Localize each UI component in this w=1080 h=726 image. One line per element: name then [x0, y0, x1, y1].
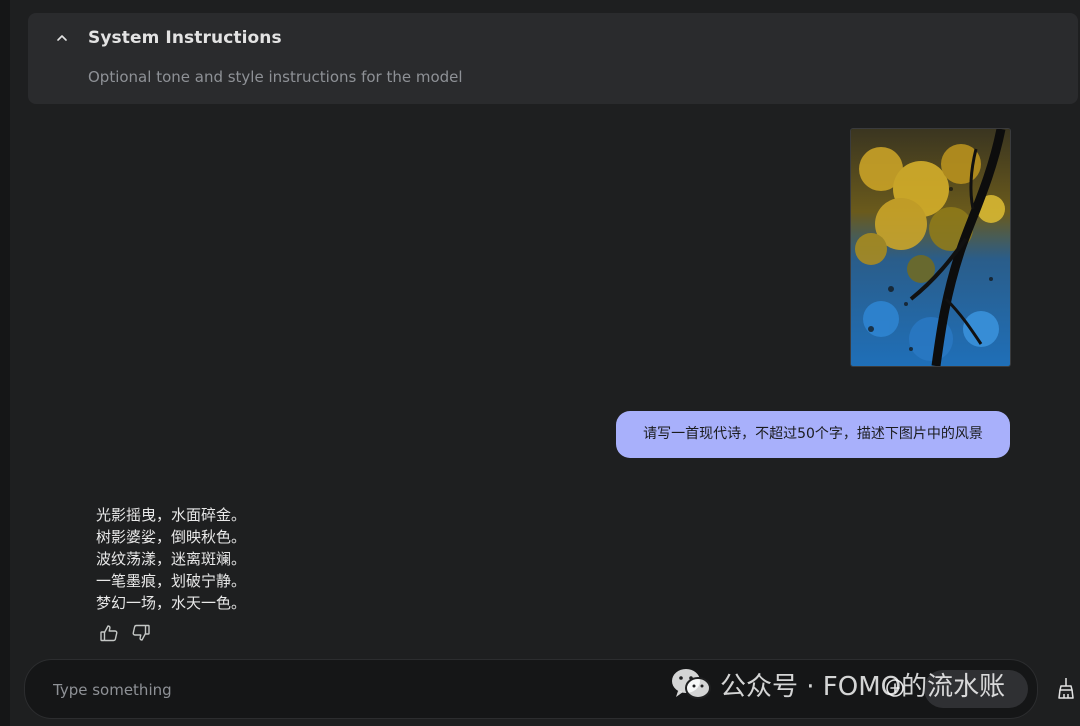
response-line: 一笔墨痕，划破宁静。 — [96, 572, 247, 590]
left-edge — [0, 0, 10, 726]
user-message-bubble: 请写一首现代诗，不超过50个字，描述下图片中的风景 — [616, 411, 1010, 458]
response-line: 波纹荡漾，迷离斑斓。 — [96, 550, 247, 568]
user-uploaded-image[interactable] — [850, 128, 1011, 367]
model-response: 光影摇曳，水面碎金。 树影婆娑，倒映秋色。 波纹荡漾，迷离斑斓。 一笔墨痕，划破… — [96, 504, 246, 614]
broom-icon[interactable] — [1054, 676, 1078, 700]
thumbs-up-icon[interactable] — [98, 622, 120, 644]
system-instructions-input[interactable]: Optional tone and style instructions for… — [88, 68, 463, 86]
add-circle-icon[interactable] — [883, 676, 907, 700]
prompt-input[interactable] — [51, 677, 615, 703]
system-instructions-title: System Instructions — [88, 28, 282, 48]
system-instructions-panel[interactable]: System Instructions Optional tone and st… — [28, 13, 1078, 104]
response-line: 树影婆娑，倒映秋色。 — [96, 528, 247, 546]
response-line: 梦幻一场，水天一色。 — [96, 594, 247, 612]
chevron-up-icon[interactable] — [52, 29, 72, 53]
response-line: 光影摇曳，水面碎金。 — [96, 506, 247, 524]
chat-page: System Instructions Optional tone and st… — [0, 0, 1080, 726]
run-button[interactable] — [924, 670, 1028, 708]
feedback-buttons — [98, 622, 152, 644]
thumbs-down-icon[interactable] — [130, 622, 152, 644]
